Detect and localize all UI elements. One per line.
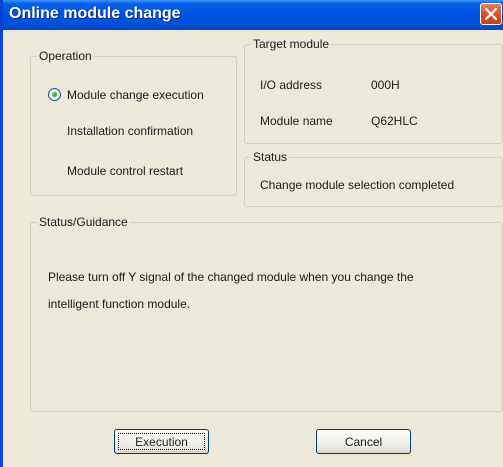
close-icon bbox=[485, 8, 497, 20]
io-address-value: 000H bbox=[371, 78, 400, 92]
module-name-value: Q62HLC bbox=[371, 114, 418, 128]
operation-legend: Operation bbox=[37, 49, 94, 63]
cancel-button[interactable]: Cancel bbox=[316, 429, 411, 454]
guidance-text-line-1: Please turn off Y signal of the changed … bbox=[48, 270, 414, 284]
execution-button-focus: Execution bbox=[118, 433, 205, 450]
target-module-legend: Target module bbox=[251, 37, 332, 51]
module-name-label: Module name bbox=[260, 114, 333, 128]
status-text: Change module selection completed bbox=[260, 178, 455, 192]
target-module-group: Target module bbox=[244, 37, 503, 144]
step-installation-confirmation-label: Installation confirmation bbox=[67, 124, 194, 138]
status-guidance-legend: Status/Guidance bbox=[37, 215, 130, 229]
step-module-change-execution-radio[interactable] bbox=[48, 88, 61, 101]
cancel-button-label: Cancel bbox=[344, 434, 383, 449]
online-module-change-dialog: Online module change Operation Module ch… bbox=[0, 0, 503, 467]
io-address-label: I/O address bbox=[260, 78, 323, 92]
guidance-text-line-2: intelligent function module. bbox=[48, 297, 191, 311]
step-module-change-execution-label[interactable]: Module change execution bbox=[67, 88, 204, 102]
title-bar[interactable]: Online module change bbox=[3, 0, 503, 30]
execution-button-label: Execution bbox=[135, 434, 188, 449]
close-button[interactable] bbox=[480, 3, 502, 25]
execution-button[interactable]: Execution bbox=[114, 429, 209, 454]
window-title: Online module change bbox=[9, 5, 181, 22]
radio-selected-dot bbox=[52, 92, 57, 97]
step-module-control-restart-label: Module control restart bbox=[67, 164, 184, 178]
status-legend: Status bbox=[251, 150, 290, 164]
status-guidance-group: Status/Guidance bbox=[30, 215, 503, 412]
